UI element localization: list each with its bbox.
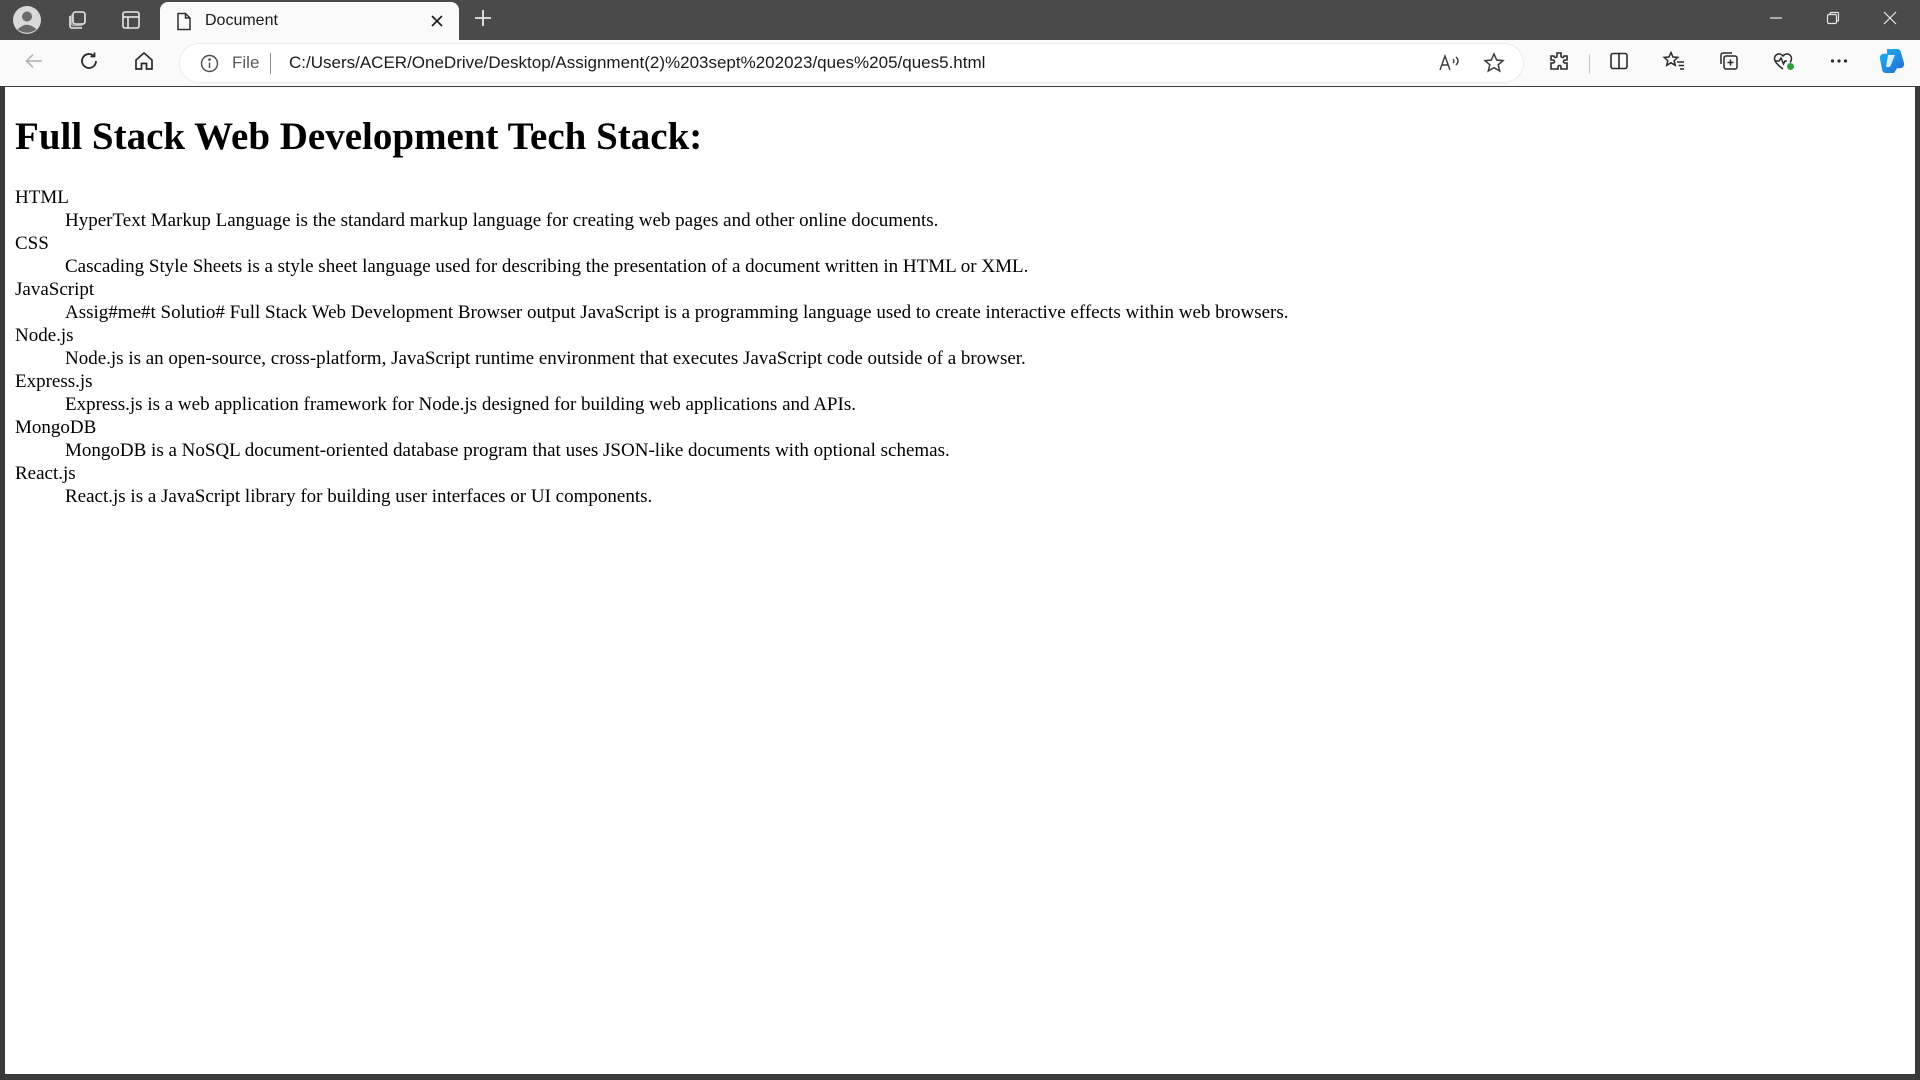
back-button[interactable] [16,46,52,80]
term-nodejs: Node.js [15,325,74,346]
profile-avatar-icon[interactable] [9,4,45,36]
term-css: CSS [15,233,49,254]
extensions-button[interactable] [1541,46,1577,80]
refresh-icon [78,50,100,77]
description-mongodb: MongoDB is a NoSQL document-oriented dat… [65,440,950,461]
term-html: HTML [15,187,69,208]
close-icon [1882,10,1898,31]
favorites-button[interactable] [1656,46,1692,80]
copilot-icon [1877,46,1907,81]
term-expressjs: Express.js [15,371,93,392]
split-screen-icon [1608,50,1630,77]
home-icon [133,50,155,77]
plus-icon [473,8,493,33]
minimize-button[interactable] [1748,0,1804,40]
workspaces-icon[interactable] [59,4,95,36]
tab-title: Document [205,12,278,29]
browser-essentials-button[interactable] [1766,46,1802,80]
collections-button[interactable] [1711,46,1747,80]
restore-icon [1826,11,1840,30]
info-icon[interactable] [200,54,219,78]
back-arrow-icon [23,50,45,77]
description-expressjs: Express.js is a web application framewor… [65,394,856,415]
tab-actions-icon[interactable] [113,4,149,36]
active-tab[interactable]: Document [160,2,459,40]
new-tab-button[interactable] [466,4,500,36]
term-javascript: JavaScript [15,279,95,300]
toolbar-divider [1589,54,1590,74]
copilot-button[interactable] [1874,46,1910,80]
term-mongodb: MongoDB [15,417,97,438]
more-icon [1828,50,1850,77]
home-button[interactable] [126,46,162,80]
address-scheme-label: File [232,53,260,72]
address-bar[interactable]: File C:/Users/ACER/OneDrive/Desktop/Assi… [180,44,1523,82]
minimize-icon [1769,11,1783,30]
term-reactjs: React.js [15,463,76,484]
document-content: Full Stack Web Development Tech Stack: H… [15,87,1905,508]
split-screen-button[interactable] [1601,46,1637,80]
address-separator [270,53,271,74]
window-bottom-edge [0,1076,1920,1080]
more-button[interactable] [1821,46,1857,80]
collections-icon [1718,50,1740,77]
heart-pulse-icon [1772,50,1796,77]
page-viewport: Full Stack Web Development Tech Stack: H… [5,87,1915,1074]
description-html: HyperText Markup Language is the standar… [65,210,939,231]
restore-button[interactable] [1805,0,1861,40]
description-reactjs: React.js is a JavaScript library for bui… [65,486,653,507]
tab-strip: Document [0,0,1920,40]
extensions-icon [1548,50,1570,77]
close-tab-icon[interactable] [426,10,448,32]
close-window-button[interactable] [1862,0,1918,40]
page-heading: Full Stack Web Development Tech Stack: [15,115,703,158]
tech-stack-list: HTML HyperText Markup Language is the st… [15,186,1905,508]
favorites-icon [1662,50,1686,77]
description-javascript: Assig#me#t Solutio# Full Stack Web Devel… [65,302,1289,323]
description-css: Cascading Style Sheets is a style sheet … [65,256,1029,277]
read-aloud-icon[interactable] [1434,50,1466,76]
page-icon [176,12,192,36]
browser-toolbar: File C:/Users/ACER/OneDrive/Desktop/Assi… [0,40,1920,86]
address-url[interactable]: C:/Users/ACER/OneDrive/Desktop/Assignmen… [289,53,985,73]
star-icon[interactable] [1478,50,1510,76]
description-nodejs: Node.js is an open-source, cross-platfor… [65,348,1026,369]
refresh-button[interactable] [71,46,107,80]
